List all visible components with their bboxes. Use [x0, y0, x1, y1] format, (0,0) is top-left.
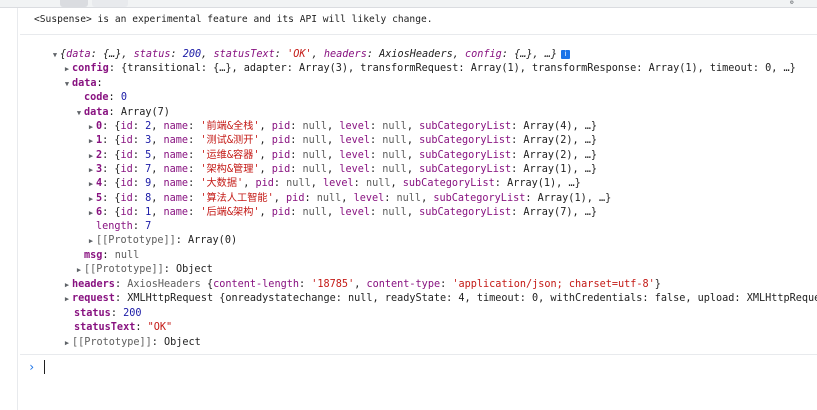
request-row[interactable]: ▶ request: XMLHttpRequest {onreadystatech… [62, 292, 817, 306]
collapse-triangle-icon[interactable]: ▶ [86, 163, 96, 177]
collapse-triangle-icon[interactable]: ▶ [86, 192, 96, 206]
status-text-row: statusText: "OK" [74, 322, 173, 333]
response-prototype-row[interactable]: ▶ [[Prototype]]: Object [62, 336, 201, 350]
collapse-triangle-icon[interactable]: ▶ [86, 149, 96, 163]
item-index: 0 [96, 121, 103, 132]
item-index: 2 [96, 149, 103, 161]
status-row: status: 200 [74, 308, 142, 319]
length-row: length: 7 [96, 221, 152, 232]
collapse-triangle-icon[interactable]: ▶ [62, 62, 72, 76]
gear-icon[interactable]: ⚙ [790, 0, 798, 6]
collapse-triangle-icon[interactable]: ▶ [86, 177, 96, 191]
array-item-row[interactable]: ▶ 4: {id: 9, name: '大数据', pid: null, leve… [86, 177, 581, 191]
config-row[interactable]: ▶ config: {transitional: {…}, adapter: Ar… [62, 62, 796, 76]
item-index: 5 [96, 192, 103, 204]
item-index: 6 [96, 206, 103, 218]
item-index: 3 [96, 163, 103, 175]
collapse-triangle-icon[interactable]: ▶ [86, 134, 96, 148]
message-divider [20, 354, 817, 355]
array-item-row[interactable]: ▶ 6: {id: 1, name: '后端&架构', pid: null, le… [86, 206, 597, 220]
array-item-row[interactable]: ▶ 5: {id: 8, name: '算法人工智能', pid: null, l… [86, 192, 611, 206]
item-index: 4 [96, 178, 103, 190]
array-item-row[interactable]: ▶ 3: {id: 7, name: '架构&管理', pid: null, le… [86, 163, 597, 177]
data-row[interactable]: ▼ data: [62, 77, 103, 91]
collapse-triangle-icon[interactable]: ▶ [86, 120, 96, 134]
expand-triangle-icon[interactable]: ▼ [62, 77, 72, 91]
array-item-row[interactable]: ▶ 0: {id: 2, name: '前端&全栈', pid: null, le… [86, 120, 597, 134]
collapse-triangle-icon[interactable]: ▶ [62, 336, 72, 350]
console-prompt-icon: › [28, 360, 36, 374]
console-input[interactable] [44, 360, 45, 374]
collapse-triangle-icon[interactable]: ▶ [62, 278, 72, 292]
headers-row[interactable]: ▶ headers: AxiosHeaders {content-length: … [62, 278, 661, 292]
array-item-row[interactable]: ▶ 2: {id: 5, name: '运维&容器', pid: null, le… [86, 149, 597, 163]
toolbar-filter[interactable] [92, 0, 128, 7]
inner-data-row[interactable]: ▼ data: Array(7) [74, 106, 170, 120]
collapse-triangle-icon[interactable]: ▶ [74, 263, 84, 277]
code-row: code: 0 [84, 92, 127, 103]
warning-message: <Suspense> is an experimental feature an… [34, 14, 433, 25]
item-index: 1 [96, 135, 103, 147]
message-divider [20, 34, 817, 35]
console-gutter [17, 8, 18, 410]
data-prototype-row[interactable]: ▶ [[Prototype]]: Object [74, 263, 213, 277]
array-prototype-row[interactable]: ▶ [[Prototype]]: Array(0) [86, 234, 237, 248]
expand-triangle-icon[interactable]: ▼ [50, 48, 60, 62]
collapse-triangle-icon[interactable]: ▶ [62, 292, 72, 306]
info-icon[interactable]: i [561, 50, 571, 59]
msg-row: msg: null [84, 250, 140, 261]
collapse-triangle-icon[interactable]: ▶ [86, 234, 96, 248]
expand-triangle-icon[interactable]: ▼ [74, 106, 84, 120]
response-summary[interactable]: ▼ {data: {…}, status: 200, statusText: 'O… [50, 48, 571, 62]
toolbar-tab[interactable] [60, 0, 88, 7]
collapse-triangle-icon[interactable]: ▶ [86, 206, 96, 220]
devtools-toolbar: ⚙ [0, 0, 817, 8]
array-item-row[interactable]: ▶ 1: {id: 3, name: '测试&测开', pid: null, le… [86, 134, 597, 148]
